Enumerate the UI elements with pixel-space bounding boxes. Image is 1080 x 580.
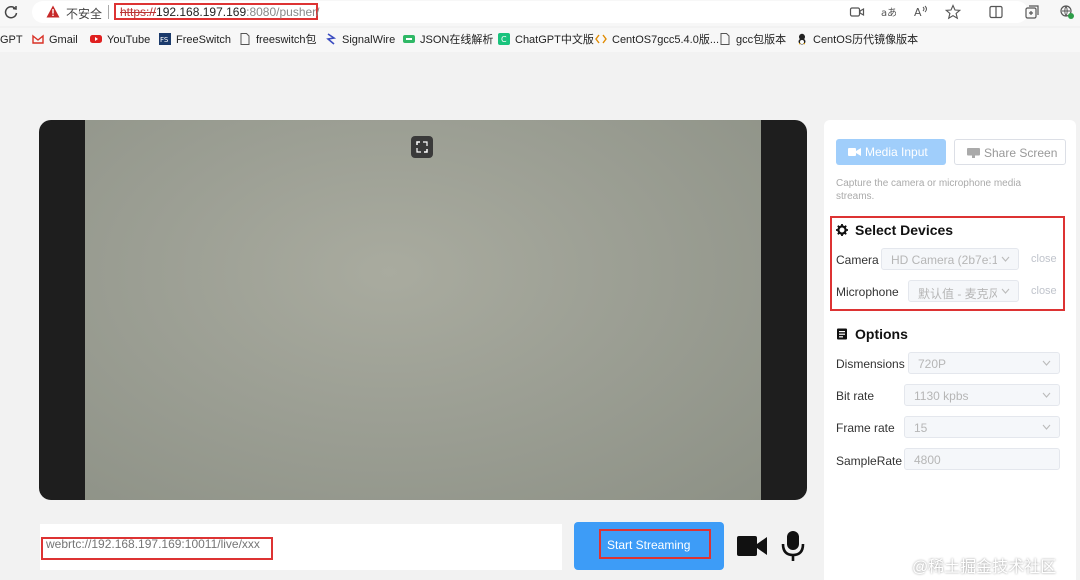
devices-highlight-box [830, 216, 1065, 311]
chevron-down-icon [1042, 360, 1051, 366]
collections-icon[interactable] [1024, 4, 1040, 20]
bookmark-label: gcc包版本 [736, 34, 787, 46]
warning-icon[interactable] [46, 5, 60, 18]
url-input-highlight-box [41, 537, 273, 560]
dimensions-select-value: 720P [918, 357, 947, 371]
bookmark-youtube[interactable]: YouTube [90, 33, 150, 47]
bitrate-select[interactable]: 1130 kpbs [904, 384, 1060, 406]
dimensions-select[interactable]: 720P [908, 352, 1060, 374]
video-preview [39, 120, 807, 500]
framerate-select[interactable]: 15 [904, 416, 1060, 438]
bookmark-freeswitch[interactable]: FS FreeSwitch [159, 33, 231, 47]
samplerate-label: SampleRate [836, 454, 903, 468]
bookmark-gcc-version[interactable]: gcc包版本 [719, 33, 786, 47]
camera-icon[interactable] [849, 4, 865, 20]
share-screen-label: Share Screen [984, 146, 1058, 160]
bitrate-select-value: 1130 kpbs [914, 389, 969, 403]
address-bar-row: 不安全 https://192.168.197.169:8080/pusher/… [0, 0, 1080, 26]
url-path: :8080/pusher/ [246, 5, 320, 19]
bookmark-gmail[interactable]: Gmail [32, 33, 78, 47]
bookmark-json[interactable]: JSON在线解析 [403, 33, 493, 47]
options-heading: Options [836, 326, 908, 342]
code-icon [595, 34, 607, 44]
gmail-icon [32, 34, 44, 44]
chevron-down-icon [1042, 392, 1051, 398]
media-input-hint: Capture the camera or microphone media s… [836, 178, 1022, 202]
url-scheme: https:// [120, 5, 157, 19]
options-title: Options [855, 326, 908, 342]
monitor-icon [967, 148, 980, 158]
share-screen-button[interactable]: Share Screen [954, 139, 1066, 165]
bookmark-label: CentOS7gcc5.4.0版... [612, 34, 719, 46]
page-icon [240, 33, 250, 45]
bookmark-label: YouTube [107, 34, 151, 46]
bookmark-centos-gcc[interactable]: CentOS7gcc5.4.0版... [595, 33, 719, 47]
framerate-select-value: 15 [914, 421, 928, 435]
media-input-button[interactable]: Media Input [836, 139, 946, 165]
fullscreen-button[interactable] [411, 136, 433, 158]
url-text[interactable]: https://192.168.197.169:8080/pusher/ [120, 5, 320, 19]
split-screen-icon[interactable] [988, 4, 1004, 20]
media-input-label: Media Input [865, 145, 928, 159]
bookmark-chatgpt-cn[interactable]: C ChatGPT中文版 [498, 33, 594, 47]
bookmark-label: ChatGPT中文版 [515, 34, 594, 46]
svg-text:A: A [914, 6, 922, 19]
url-host: 192.168.197.169 [156, 5, 247, 19]
bookmark-label: Gmail [49, 34, 78, 46]
bookmark-label: freeswitch包 [256, 34, 317, 46]
reload-icon[interactable] [3, 4, 19, 20]
bookmark-signalwire[interactable]: SignalWire [325, 33, 395, 47]
chatgpt-cn-icon: C [498, 33, 510, 45]
document-icon [837, 328, 847, 340]
exit-fullscreen-icon [416, 141, 428, 153]
bookmark-label: GPT [0, 34, 23, 46]
bookmark-label: FreeSwitch [176, 34, 232, 46]
framerate-label: Frame rate [836, 421, 895, 435]
samplerate-input[interactable]: 4800 [904, 448, 1060, 470]
video-camera-icon[interactable] [736, 533, 768, 559]
bookmarks-bar: GPT Gmail YouTube FS FreeSwitch freeswitc… [0, 28, 1080, 52]
bookmark-freeswitch-pkg[interactable]: freeswitch包 [239, 33, 317, 47]
bookmark-gpt[interactable]: GPT [0, 33, 23, 47]
microphone-icon[interactable] [780, 530, 806, 562]
svg-text:aあ: aあ [881, 7, 896, 19]
signalwire-icon [326, 33, 337, 45]
favorite-star-icon[interactable] [945, 4, 961, 20]
page-icon [720, 33, 730, 45]
settings-panel: Media Input Share Screen Capture the cam… [824, 120, 1076, 580]
freeswitch-icon: FS [159, 33, 171, 45]
json-icon [403, 35, 415, 43]
bookmark-label: JSON在线解析 [420, 34, 494, 46]
youtube-icon [90, 35, 102, 43]
security-label[interactable]: 不安全 [66, 5, 102, 22]
read-aloud-icon[interactable]: aあ [880, 4, 896, 20]
dimensions-label: Dismensions [836, 357, 905, 371]
chevron-down-icon [1042, 424, 1051, 430]
svg-text:FS: FS [160, 36, 169, 44]
start-button-highlight-box [599, 529, 711, 559]
text-size-icon[interactable]: A [913, 4, 929, 20]
omnibox-separator [108, 5, 109, 19]
camera-feed [85, 120, 761, 500]
linux-icon [798, 33, 806, 45]
bookmark-label: SignalWire [342, 34, 396, 46]
watermark: @稀土掘金技术社区 [912, 559, 1057, 576]
bitrate-label: Bit rate [836, 389, 875, 403]
video-camera-icon [848, 148, 861, 156]
samplerate-input-value: 4800 [914, 453, 941, 467]
bookmark-centos-mirrors[interactable]: CentOS历代镜像版本 [796, 33, 918, 47]
svg-text:C: C [501, 35, 507, 44]
extensions-icon[interactable] [1059, 4, 1075, 20]
bookmark-label: CentOS历代镜像版本 [813, 34, 919, 46]
